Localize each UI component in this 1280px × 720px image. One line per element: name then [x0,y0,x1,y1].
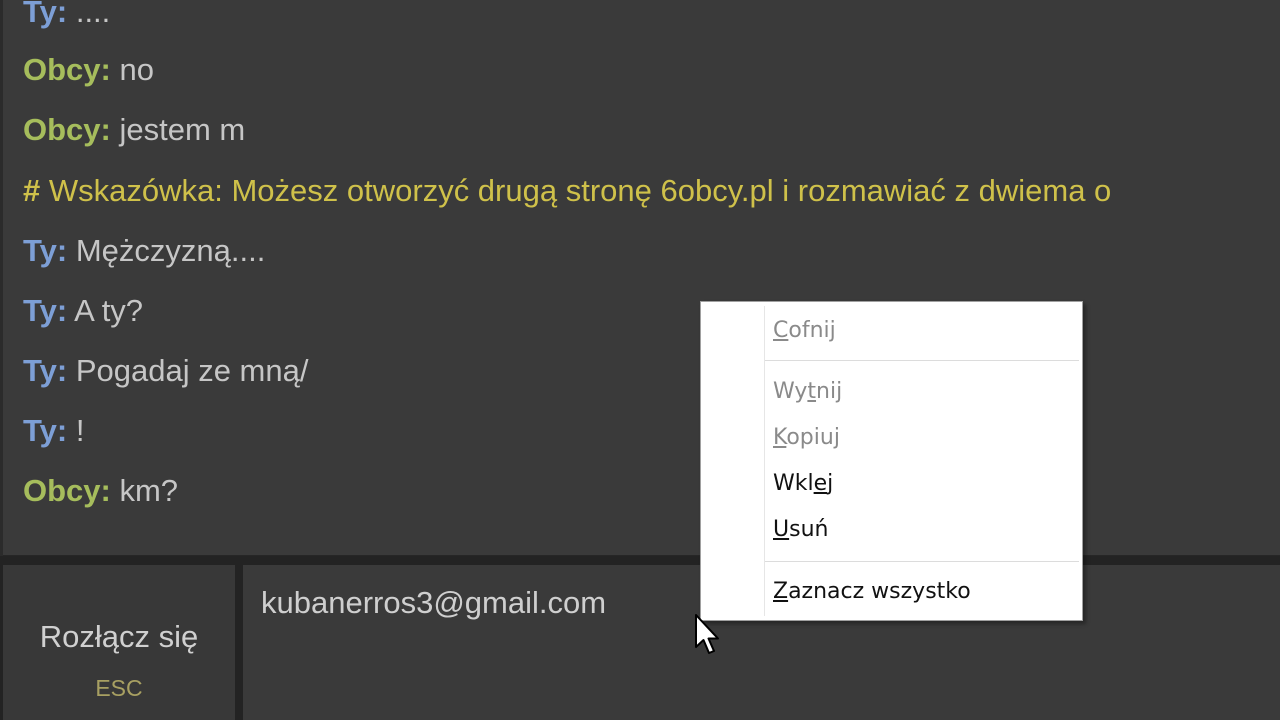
hint-marker: # [23,173,41,208]
chat-message: Ty: .... [23,0,110,30]
chat-message: Ty: Pogadaj ze mną/ [23,353,308,389]
message-sender: Obcy: [23,52,111,87]
message-sender: Ty: [23,413,68,448]
mouse-pointer-icon [695,614,719,654]
menu-icon-gutter [764,306,765,616]
message-text: Mężczyzną.... [75,233,266,268]
bottom-bar: Rozłącz się ESC [0,556,1280,720]
message-text: ! [75,413,85,448]
chat-app: Ty: .... Obcy: no Obcy: jestem m # Wskaz… [0,0,1280,720]
menu-item-cut-rest: nij [816,379,843,404]
menu-item-delete[interactable]: Usuń [773,512,828,548]
menu-item-delete-accesskey: U [773,517,790,542]
hint-text: Wskazówka: Możesz otworzyć drugą stronę … [48,173,1112,208]
menu-item-undo[interactable]: Cofnij [773,313,836,349]
menu-item-cut-text: Wy [773,379,808,404]
chat-message: Ty: Mężczyzną.... [23,233,265,269]
chat-message: Obcy: no [23,52,154,88]
chat-message: Obcy: jestem m [23,112,245,148]
menu-item-paste-text: Wkl [773,471,814,496]
menu-item-select-all[interactable]: Zaznacz wszystko [773,574,971,610]
message-sender: Obcy: [23,112,111,147]
chat-message: Ty: ! [23,413,84,449]
disconnect-label: Rozłącz się [39,619,199,654]
message-text: A ty? [74,293,144,328]
menu-item-paste-rest: j [827,471,834,496]
menu-item-select-all-accesskey: Z [773,579,789,604]
message-text: Pogadaj ze mną/ [75,353,309,388]
message-text: jestem m [119,112,246,147]
menu-item-undo-accesskey: C [773,318,789,343]
chat-message: Ty: A ty? [23,293,143,329]
message-text: .... [75,0,111,29]
hint-message: # Wskazówka: Możesz otworzyć drugą stron… [23,173,1111,209]
message-text: km? [119,473,179,508]
menu-item-cut-accesskey: t [807,379,817,404]
menu-item-paste-accesskey: e [813,471,828,496]
message-sender: Ty: [23,0,68,29]
menu-separator [765,360,1079,361]
menu-item-delete-rest: suń [789,517,829,542]
message-text: no [119,52,154,87]
message-sender: Ty: [23,353,68,388]
menu-item-select-all-rest: aznacz wszystko [788,579,971,604]
message-sender: Ty: [23,293,68,328]
menu-item-copy-accesskey: K [773,425,787,450]
menu-separator [765,561,1079,562]
menu-item-undo-rest: ofnij [788,318,836,343]
menu-item-copy[interactable]: Kopiuj [773,420,840,456]
menu-item-paste[interactable]: Wklej [773,466,833,502]
message-sender: Ty: [23,233,68,268]
chat-message: Obcy: km? [23,473,178,509]
disconnect-button[interactable]: Rozłącz się ESC [3,565,235,720]
context-menu: Cofnij Wytnij Kopiuj Wklej Usuń Zaznacz … [700,301,1083,621]
message-sender: Obcy: [23,473,111,508]
chat-log[interactable]: Ty: .... Obcy: no Obcy: jestem m # Wskaz… [3,0,1280,556]
menu-item-cut[interactable]: Wytnij [773,374,842,410]
disconnect-shortcut-hint: ESC [95,675,143,701]
menu-item-copy-rest: opiuj [786,425,840,450]
